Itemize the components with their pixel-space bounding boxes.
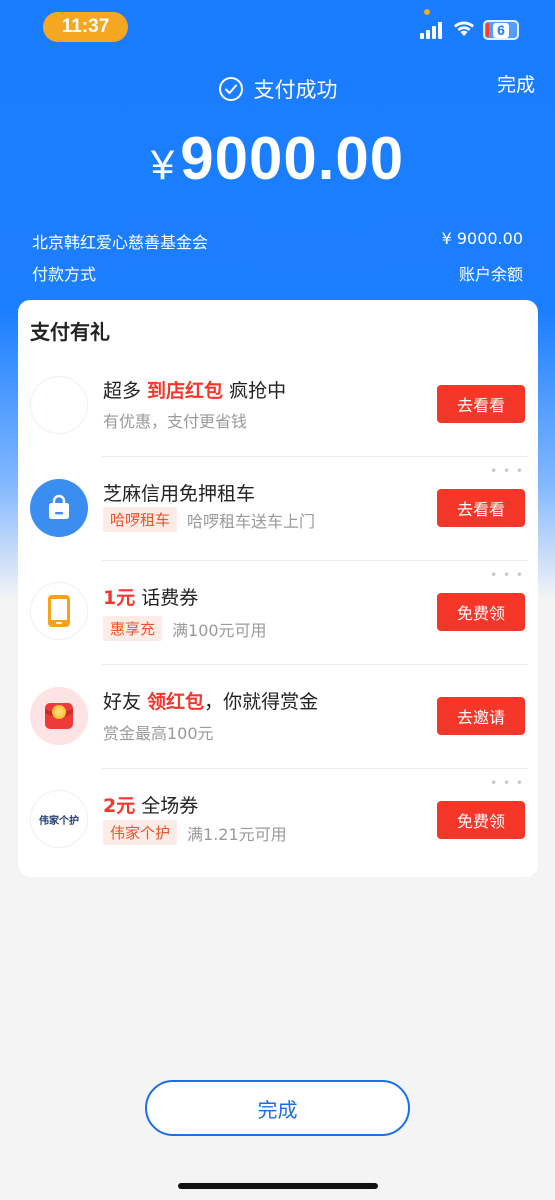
reward-item[interactable]: 超多 到店红包 疯抢中 有优惠，支付更省钱 去看看 [18,352,538,456]
payee-row: 北京韩红爱心慈善基金会 ¥ 9000.00 [32,229,523,253]
payment-method-value: 账户余额 [458,265,523,284]
payee-amount: ¥ 9000.00 [441,229,523,248]
mic-indicator-icon [424,9,430,15]
battery-icon: 6 [483,20,519,40]
merchant-tag: 伟家个护 [103,820,178,845]
merchant-tag: 惠享充 [103,616,163,641]
phone-icon [30,582,88,640]
reward-subtitle: 有优惠，支付更省钱 [103,412,248,431]
reward-title: 超多 到店红包 疯抢中 [103,380,287,402]
more-options-icon[interactable]: • • • [490,776,524,790]
more-options-icon[interactable]: • • • [490,464,524,478]
cellular-signal-icon [420,21,446,39]
wifi-icon [454,21,474,36]
reward-title: 芝麻信用免押租车 [103,483,256,505]
payment-status-text: 支付成功 [253,78,338,102]
red-envelope-icon [30,687,88,745]
shopping-bag-icon [30,479,88,537]
reward-item[interactable]: • • • 芝麻信用免押租车 哈啰租车 哈啰租车送车上门 去看看 [18,456,538,560]
reward-item[interactable]: • • • 1元 话费券 惠享充 满100元可用 免费领 [18,560,538,664]
done-button[interactable]: 完成 [145,1080,410,1136]
reward-title: 好友 领红包，你就得赏金 [103,691,319,713]
view-offer-button[interactable]: 去看看 [437,489,525,527]
reward-subtitle: 惠享充 满100元可用 [103,616,267,641]
claim-free-button[interactable]: 免费领 [437,593,525,631]
reward-title: 1元 话费券 [103,587,199,609]
reward-subtitle: 伟家个护 满1.21元可用 [103,820,287,845]
blank-logo-icon [30,376,88,434]
view-offer-button[interactable]: 去看看 [437,385,525,423]
reward-item[interactable]: • • • 伟家个护 2元 全场券 伟家个护 满1.21元可用 免费领 [18,768,538,872]
payee-name: 北京韩红爱心慈善基金会 [32,233,209,252]
check-circle-icon [218,77,243,101]
currency-symbol: ¥ [150,141,175,188]
rewards-title: 支付有礼 [30,320,110,344]
status-bar: 11:37 6 [0,0,555,56]
amount-value: 9000.00 [180,125,405,192]
reward-item[interactable]: 好友 领红包，你就得赏金 赏金最高100元 去邀请 [18,664,538,768]
more-options-icon[interactable]: • • • [490,568,524,582]
reward-title: 2元 全场券 [103,795,199,817]
battery-level: 6 [493,22,509,38]
invite-button[interactable]: 去邀请 [437,697,525,735]
payment-amount: ¥ 9000.00 [0,124,555,193]
payment-method-row: 付款方式 账户余额 [32,261,523,285]
reward-subtitle: 哈啰租车 哈啰租车送车上门 [103,507,315,532]
payment-method-label: 付款方式 [32,265,97,284]
status-time: 11:37 [43,12,128,42]
done-button-top[interactable]: 完成 [497,70,535,97]
weijia-logo-icon: 伟家个护 [30,790,88,848]
payment-success-row: 支付成功 [0,72,555,106]
claim-free-button[interactable]: 免费领 [437,801,525,839]
merchant-tag: 哈啰租车 [103,507,178,532]
rewards-card: 支付有礼 超多 到店红包 疯抢中 有优惠，支付更省钱 去看看 • • • 芝麻信… [18,300,538,877]
home-indicator[interactable] [178,1183,378,1189]
reward-subtitle: 赏金最高100元 [103,724,214,743]
